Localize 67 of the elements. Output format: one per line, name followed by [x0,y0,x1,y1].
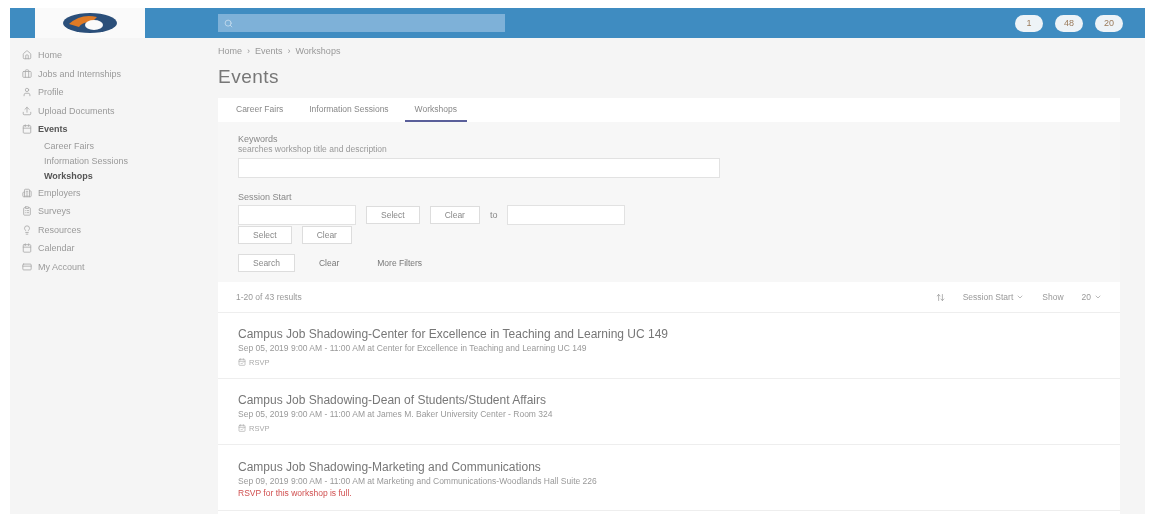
sort-dropdown[interactable]: Session Start [962,292,1025,302]
date-field[interactable] [507,205,626,225]
breadcrumb-separator: › [247,46,250,56]
more-filters-link[interactable]: More Filters [363,258,437,268]
field-label: Keywords [238,134,279,144]
notification-badge[interactable]: 20 [1095,14,1123,32]
event-title[interactable]: Campus Job Shadowing-Dean of Students/Student Affairs [238,392,1100,407]
clear-link[interactable]: Clear [304,258,354,268]
keywords-field[interactable] [238,158,720,178]
calendar-check-icon [238,424,246,432]
lightbulb-icon [22,224,32,235]
logo-icon [61,11,119,35]
breadcrumb-link[interactable]: Workshops [295,46,341,56]
sidebar-item[interactable]: Home [22,46,205,65]
breadcrumb-link[interactable]: Events [255,46,283,56]
caret-icon [1094,293,1102,301]
search-icon [224,18,233,28]
building-icon [22,187,32,198]
sidebar-item[interactable]: Events [22,120,205,139]
select-button[interactable]: Select [238,226,292,244]
tab[interactable]: Career Fairs [226,98,294,122]
sidebar-item[interactable]: Profile [22,83,205,102]
show-label: Show [1042,292,1064,302]
sort-icon[interactable] [935,292,945,302]
clear-button[interactable]: Clear [429,206,480,224]
full-notice: RSVP for this workshop is full. [238,487,353,498]
tab[interactable]: Information Sessions [299,98,399,122]
search-field[interactable] [218,14,505,32]
home-icon [22,50,32,61]
sidebar-item[interactable]: Upload Documents [22,101,205,120]
calendar-icon [22,124,32,135]
page-title: Events [218,66,281,88]
field-label: Session Start [238,192,293,202]
breadcrumb-separator: › [287,46,291,56]
sidebar-item[interactable]: Resources [22,220,205,239]
date-field[interactable] [238,205,356,225]
search-button[interactable]: Search [238,254,295,272]
caret-icon [1016,293,1025,301]
calendar-icon [22,243,32,254]
sidebar-subitem[interactable]: Workshops [22,168,205,184]
sidebar-item[interactable]: Employers [22,183,205,202]
sidebar-item[interactable]: Calendar [22,239,205,258]
event-details: Sep 05, 2019 9:00 AM - 11:00 AM at Center for Excellence in Teaching and Learning UC 149 [238,342,588,353]
event-title[interactable]: Campus Job Shadowing-Marketing and Communications [238,459,1100,474]
briefcase-icon [22,68,32,79]
field-hint: searches workshop title and description [238,144,388,154]
page-size-dropdown[interactable]: 20 [1081,292,1102,302]
sidebar-item[interactable]: Jobs and Internships [22,64,205,83]
calendar-check-icon [238,358,246,366]
select-button[interactable]: Select [366,206,420,224]
clipboard-icon [22,206,32,217]
event-details: Sep 09, 2019 9:00 AM - 11:00 AM at Marketing and Communications-Woodlands Hall Suite 226 [238,475,598,486]
notification-badge[interactable]: 48 [1055,14,1083,32]
event-title[interactable]: Campus Job Shadowing-Center for Excellence in Teaching and Learning UC 149 [238,326,1100,341]
sidebar-item[interactable]: My Account [22,257,205,276]
upload-icon [22,105,32,116]
sidebar-subitem[interactable]: Career Fairs [22,138,205,154]
sidebar-item[interactable]: Surveys [22,202,205,221]
event-details: Sep 05, 2019 9:00 AM - 11:00 AM at James M. Baker University Center - Room 324 [238,408,554,419]
results-count: 1-20 of 43 results [236,292,302,302]
card-icon [22,261,32,272]
clear-button[interactable]: Clear [301,226,352,244]
user-icon [22,87,32,98]
sidebar-subitem[interactable]: Information Sessions [22,153,205,169]
notification-badge[interactable]: 1 [1015,14,1043,32]
range-label: to [489,210,498,220]
breadcrumb-link[interactable]: Home [218,46,242,56]
